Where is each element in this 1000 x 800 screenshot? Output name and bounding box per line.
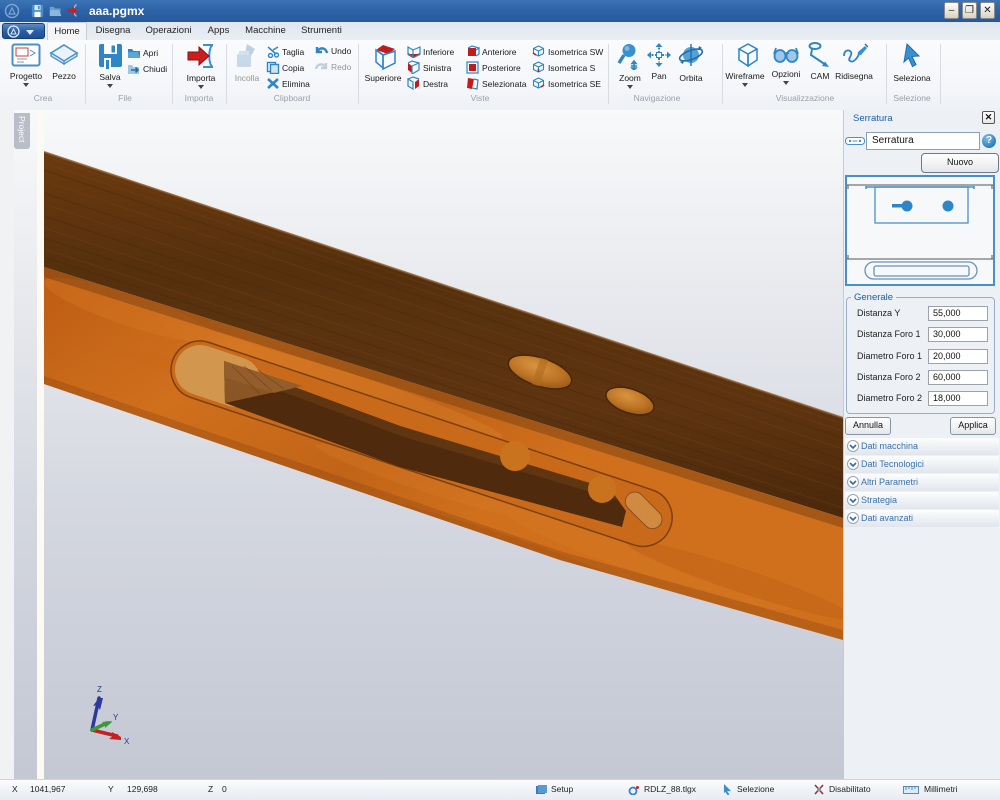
svg-text:X: X bbox=[124, 737, 130, 746]
svg-text:Y: Y bbox=[113, 713, 119, 722]
svg-text:Z: Z bbox=[97, 685, 102, 694]
